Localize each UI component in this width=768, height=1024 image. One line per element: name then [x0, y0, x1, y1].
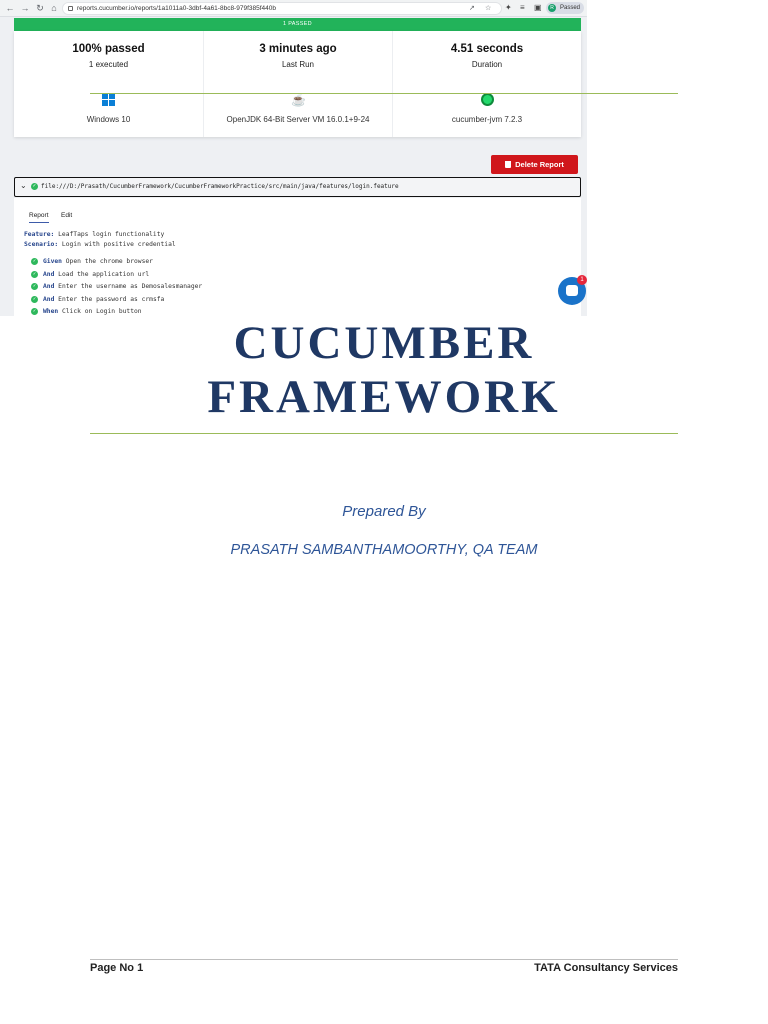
stat-value: 4.51 seconds: [450, 43, 524, 55]
company-name: TATA Consultancy Services: [534, 962, 678, 974]
feature-line: Feature: LeafTaps login functionality: [24, 231, 165, 238]
forward-arrow-icon[interactable]: →: [19, 2, 31, 14]
feature-accordion[interactable]: ⌄ ✓ file:///D:/Prasath/CucumberFramework…: [14, 177, 581, 197]
tab-edit[interactable]: Edit: [61, 212, 72, 219]
check-circle-icon: ✓: [31, 183, 38, 190]
feature-path: file:///D:/Prasath/CucumberFramework/Cuc…: [41, 183, 399, 190]
reload-icon[interactable]: ↻: [34, 2, 46, 14]
delete-report-label: Delete Report: [515, 160, 564, 169]
stat-duration: 4.51 seconds Duration cucumber-jvm 7.2.3: [392, 31, 581, 137]
home-icon[interactable]: ⌂: [48, 2, 60, 14]
stat-label: 1 executed: [88, 60, 129, 69]
step-item: ✓ When Click on Login button: [31, 307, 142, 315]
profile-chip[interactable]: R Passed: [546, 2, 584, 14]
title-divider: [90, 433, 678, 434]
browser-toolbar: ← → ↻ ⌂ reports.cucumber.io/reports/1a10…: [0, 0, 587, 17]
share-icon[interactable]: ↗: [469, 4, 475, 14]
java-icon: ☕: [291, 93, 306, 107]
footer-divider: [90, 959, 678, 960]
back-arrow-icon[interactable]: ←: [4, 2, 16, 14]
lock-icon: [68, 6, 73, 11]
delete-report-button[interactable]: Delete Report: [491, 155, 578, 174]
author-name: PRASATH SAMBANTHAMOORTHY, QA TEAM: [230, 542, 538, 558]
notification-badge: 1: [577, 275, 587, 285]
scenario-line: Scenario: Login with positive credential: [24, 241, 176, 248]
document-title-line-1: CUCUMBER: [233, 317, 535, 369]
chevron-down-icon[interactable]: ⌄: [20, 181, 27, 190]
stat-value: 100% passed: [72, 43, 145, 55]
step-item: ✓ And Enter the username as Demosalesmana…: [31, 282, 203, 290]
step-item: ✓ Given Open the chrome browser: [31, 257, 153, 265]
document-title-line-2: FRAMEWORK: [207, 371, 561, 423]
env-cucumber: cucumber-jvm 7.2.3: [451, 115, 523, 124]
page-number: Page No 1: [90, 962, 144, 974]
prepared-by-label: Prepared By: [342, 503, 426, 520]
profile-label: Passed: [560, 5, 581, 11]
check-circle-icon: ✓: [31, 257, 38, 265]
stat-value: 3 minutes ago: [259, 43, 337, 55]
chat-icon: [566, 285, 578, 296]
env-jvm: OpenJDK 64-Bit Server VM 16.0.1+9-24: [226, 115, 370, 124]
passed-banner: 1 PASSED: [14, 18, 581, 31]
windows-icon: [102, 93, 116, 107]
bookmark-star-icon[interactable]: ☆: [485, 4, 491, 14]
stats-card: 100% passed 1 executed Windows 10 3 minu…: [14, 31, 581, 137]
stat-label: Duration: [471, 60, 503, 69]
trash-icon: [505, 161, 512, 168]
extensions-icon[interactable]: ✦: [505, 3, 512, 13]
check-circle-icon: ✓: [31, 295, 38, 303]
check-circle-icon: ✓: [31, 307, 38, 315]
stat-last-run: 3 minutes ago Last Run ☕ OpenJDK 64-Bit …: [203, 31, 392, 137]
step-item: ✓ And Load the application url: [31, 270, 150, 278]
top-divider: [90, 93, 678, 94]
check-circle-icon: ✓: [31, 282, 38, 290]
env-os: Windows 10: [86, 115, 131, 124]
side-panel-icon[interactable]: ▣: [534, 3, 542, 13]
report-screenshot: ← → ↻ ⌂ reports.cucumber.io/reports/1a10…: [0, 0, 587, 316]
address-bar[interactable]: reports.cucumber.io/reports/1a1011a0-3db…: [62, 2, 502, 15]
cucumber-icon: [480, 93, 494, 107]
step-item: ✓ And Enter the password as crmsfa: [31, 295, 165, 303]
stat-passed: 100% passed 1 executed Windows 10: [14, 31, 203, 137]
url-text: reports.cucumber.io/reports/1a1011a0-3db…: [77, 5, 276, 12]
avatar: R: [548, 4, 556, 12]
stat-label: Last Run: [281, 60, 315, 69]
scenario-panel: Report Edit Feature: LeafTaps login func…: [14, 198, 581, 316]
media-icon[interactable]: ≡: [520, 3, 525, 13]
tab-report[interactable]: Report: [29, 212, 49, 223]
check-circle-icon: ✓: [31, 270, 38, 278]
